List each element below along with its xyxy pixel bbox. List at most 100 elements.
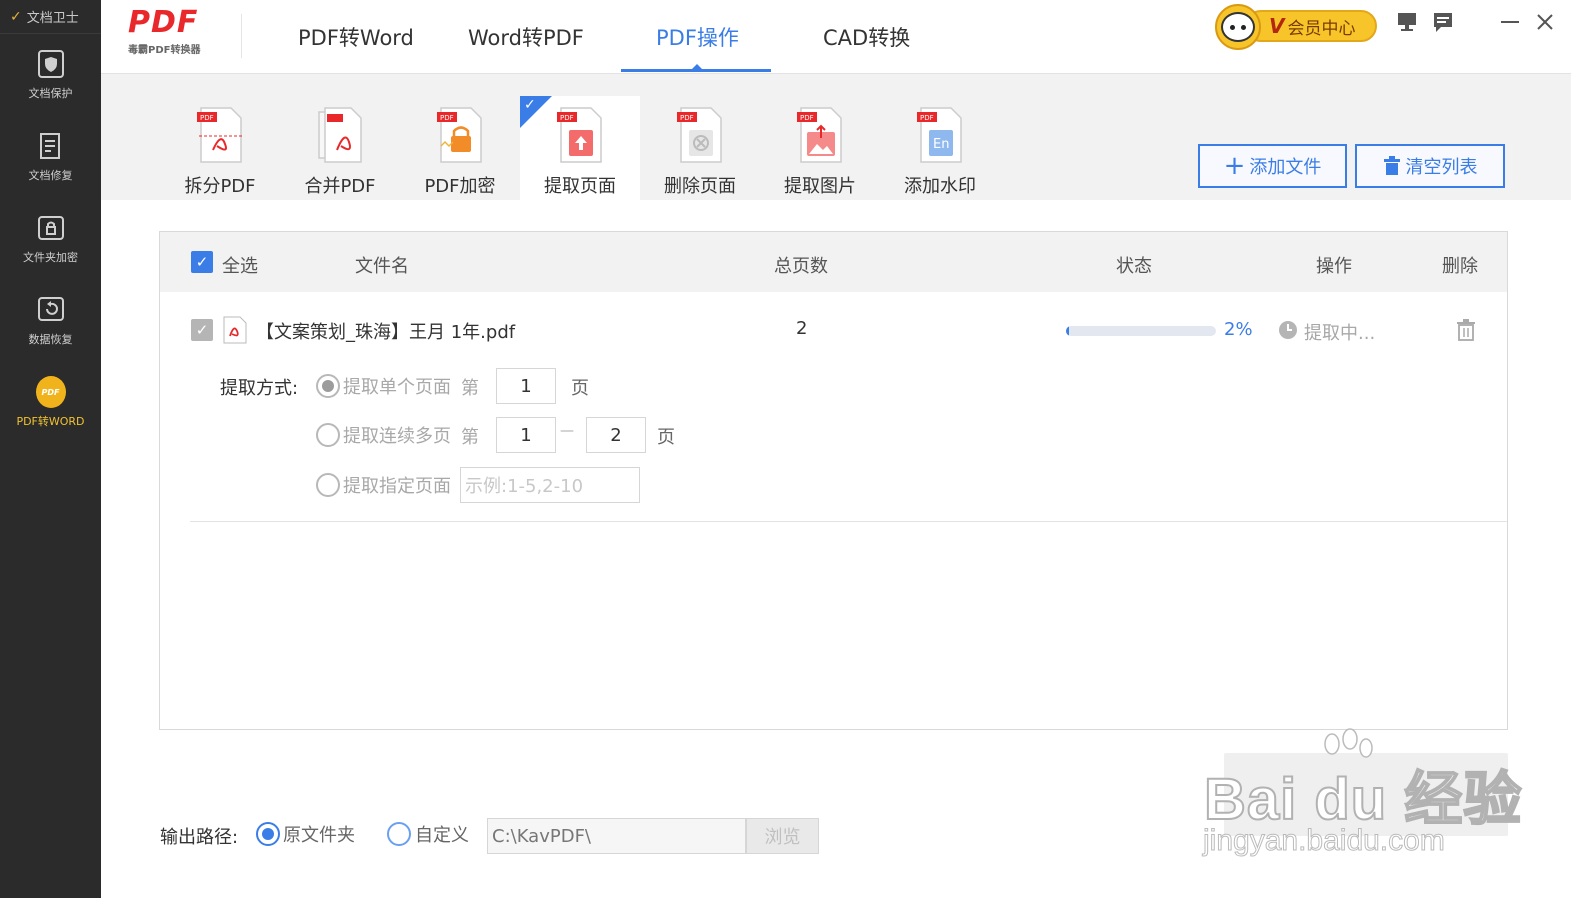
file-pages: 2	[796, 318, 808, 339]
row-divider	[190, 521, 1507, 522]
original-folder-label: 原文件夹	[283, 825, 355, 846]
clear-list-label: 清空列表	[1405, 157, 1478, 178]
radio-unselected-icon	[316, 423, 340, 447]
brand-divider	[241, 14, 242, 58]
custom-pages-input[interactable]: 示例:1-5,2-10	[460, 467, 640, 503]
output-path-label: 输出路径:	[160, 827, 239, 848]
progress-bar	[1066, 326, 1216, 336]
tool-extract-page[interactable]: ✓ PDF 提取页面	[520, 96, 640, 200]
encrypt-pdf-icon: PDF	[435, 106, 485, 164]
tool-label: 添加水印	[904, 176, 976, 197]
vip-badge: V	[1269, 14, 1285, 38]
svg-text:PDF: PDF	[200, 114, 214, 122]
radio-custom-folder[interactable]: 自定义	[387, 821, 469, 847]
tool-label: 合并PDF	[304, 176, 376, 197]
column-delete: 删除	[1442, 256, 1478, 277]
add-file-label: 添加文件	[1249, 157, 1322, 178]
checkmark-icon: ✓	[524, 97, 536, 113]
radio-unselected-icon	[316, 473, 340, 497]
tab-pdf-to-word[interactable]: PDF转Word	[298, 22, 414, 52]
sidebar-item-document-protect[interactable]: 文档保护	[0, 34, 101, 116]
member-pill: V 会员中心	[1245, 10, 1377, 42]
sidebar-item-document-repair[interactable]: 文档修复	[0, 116, 101, 198]
radio-selected-icon	[316, 374, 340, 398]
sidebar-item-data-recovery[interactable]: 数据恢复	[0, 280, 101, 362]
plus-icon: +	[1223, 151, 1246, 181]
trash-icon	[1383, 156, 1401, 176]
brand-logo-text: PDF	[128, 5, 199, 40]
tool-label: 拆分PDF	[184, 176, 256, 197]
pdf-file-icon	[222, 316, 248, 349]
brand-subtitle: 毒霸PDF转换器	[128, 45, 201, 56]
active-tab-underline	[621, 69, 771, 72]
message-icon[interactable]	[1431, 10, 1455, 34]
di-label: 第	[461, 427, 479, 448]
close-icon[interactable]	[1533, 10, 1557, 34]
column-action: 操作	[1316, 256, 1352, 277]
tool-merge-pdf[interactable]: 合并PDF	[280, 96, 400, 200]
extract-page-icon: PDF	[555, 106, 605, 164]
svg-text:En: En	[933, 137, 949, 152]
radio-range-pages[interactable]: 提取连续多页	[316, 422, 451, 448]
radio-custom-pages[interactable]: 提取指定页面	[316, 472, 451, 498]
tab-cad-convert[interactable]: CAD转换	[823, 22, 910, 52]
sidebar-item-pdf-to-word[interactable]: PDF PDF转WORD	[0, 362, 101, 444]
radio-single-label: 提取单个页面	[343, 377, 451, 398]
tool-encrypt-pdf[interactable]: PDF PDF加密	[400, 96, 520, 200]
column-status: 状态	[1116, 256, 1152, 277]
tab-pdf-operations[interactable]: PDF操作	[656, 22, 739, 52]
delete-row-icon[interactable]	[1456, 319, 1476, 346]
radio-original-folder[interactable]: 原文件夹	[256, 821, 355, 847]
browse-button[interactable]: 浏览	[746, 818, 819, 854]
page-label: 页	[657, 427, 675, 448]
data-recovery-icon	[36, 295, 66, 325]
radio-range-label: 提取连续多页	[343, 426, 451, 447]
select-all-label[interactable]: 全选	[222, 252, 258, 278]
select-all-checkbox[interactable]: ✓	[191, 251, 213, 273]
tool-split-pdf[interactable]: PDF 拆分PDF	[160, 96, 280, 200]
pdf-convert-icon: PDF	[35, 376, 66, 408]
single-page-input[interactable]: 1	[496, 368, 556, 404]
extracting-status: 提取中...	[1304, 323, 1376, 344]
radio-custom-label: 提取指定页面	[343, 476, 451, 497]
split-pdf-icon: PDF	[195, 106, 245, 164]
document-repair-icon	[36, 131, 66, 161]
radio-unselected-icon	[387, 822, 411, 846]
checkbox-checked-icon: ✓	[191, 251, 213, 273]
watermark-url: jingyan.baidu.com	[1203, 824, 1446, 858]
radio-selected-icon	[256, 822, 280, 846]
range-separator: —	[560, 423, 574, 439]
extract-image-icon: PDF	[795, 106, 845, 164]
tool-extract-image[interactable]: PDF 提取图片	[760, 96, 880, 200]
tab-word-to-pdf[interactable]: Word转PDF	[468, 22, 584, 52]
add-file-button[interactable]: + 添加文件	[1198, 144, 1347, 188]
tool-add-watermark[interactable]: PDF En 添加水印	[880, 96, 1000, 200]
minimize-icon[interactable]	[1498, 10, 1522, 34]
sidebar-item-folder-encrypt[interactable]: 文件夹加密	[0, 198, 101, 280]
output-path-field[interactable]: C:\KavPDF\	[487, 818, 746, 854]
column-filename: 文件名	[355, 256, 409, 277]
column-pages: 总页数	[774, 256, 828, 277]
di-label: 第	[461, 378, 479, 399]
progress-fill	[1066, 326, 1069, 336]
sidebar-item-label: 文档保护	[28, 87, 73, 100]
feedback-icon[interactable]	[1395, 10, 1419, 34]
checkbox-checked-icon: ✓	[191, 319, 213, 341]
member-center-button[interactable]: V 会员中心	[1215, 4, 1379, 50]
svg-text:PDF: PDF	[560, 114, 574, 122]
tool-label: 删除页面	[664, 176, 736, 197]
row-checkbox[interactable]: ✓	[191, 319, 213, 341]
svg-text:PDF: PDF	[440, 114, 454, 122]
sidebar-header: ✓ 文档卫士	[0, 0, 101, 34]
operations-toolbar: PDF 拆分PDF 合并PDF PDF PDF加密 ✓ PDF 提取页面 PDF…	[101, 74, 1571, 200]
sidebar-item-label: 文件夹加密	[23, 251, 78, 264]
sidebar-item-label: PDF转WORD	[16, 415, 85, 428]
sidebar: ✓ 文档卫士 文档保护 文档修复 文件夹加密 数据恢复 PDF PDF转WORD	[0, 0, 101, 898]
tool-delete-page[interactable]: PDF 删除页面	[640, 96, 760, 200]
range-from-input[interactable]: 1	[496, 417, 556, 453]
radio-single-page[interactable]: 提取单个页面	[316, 373, 451, 399]
file-name: 【文案策划_珠海】王月 1年.pdf	[256, 322, 516, 343]
range-to-input[interactable]: 2	[586, 417, 646, 453]
tool-label: PDF加密	[424, 176, 496, 197]
clear-list-button[interactable]: 清空列表	[1355, 144, 1505, 188]
